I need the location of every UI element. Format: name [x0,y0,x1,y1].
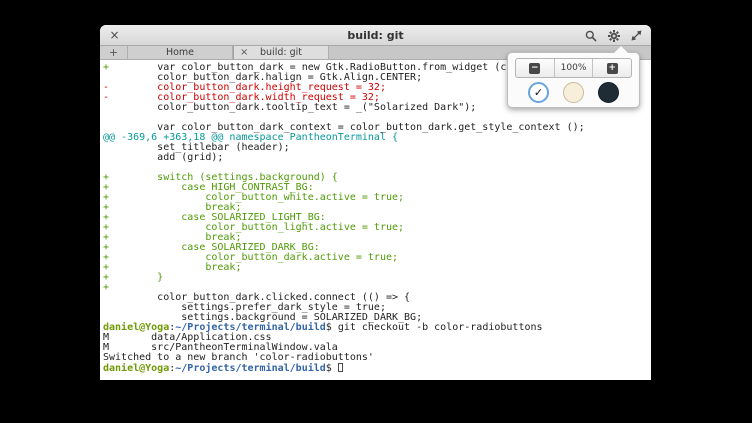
headerbar: × build: git [100,25,651,46]
zoom-out-button[interactable]: − [516,59,554,77]
terminal-line: + break; [103,263,651,273]
theme-selector: ✓ [508,82,639,103]
tab-build-git[interactable]: × build: git [233,46,329,59]
check-icon: ✓ [534,86,543,99]
search-button[interactable] [582,27,599,44]
zoom-control: − 100% + [515,58,632,78]
tab-label: Home [166,47,194,58]
search-icon [585,30,597,42]
settings-button[interactable] [605,27,622,44]
text-segment: ~/Projects/terminal/build [175,363,326,374]
solarized-dark-theme-button[interactable] [598,82,619,103]
text-segment: color_button_dark.tooltip_text = _("Sola… [103,102,476,113]
solarized-light-theme-button[interactable] [563,82,584,103]
terminal-line: add (grid); [103,153,651,163]
zoom-level: 100% [554,59,593,77]
fullscreen-icon [631,30,642,41]
tab-label: build: git [260,47,302,58]
tab-home[interactable]: Home [128,46,233,59]
text-segment: $ [326,363,338,374]
zoom-in-icon: + [607,63,618,74]
tab-close-button[interactable]: × [240,46,248,59]
window-close-button[interactable]: × [107,28,122,43]
fullscreen-button[interactable] [628,27,645,44]
high-contrast-theme-button[interactable]: ✓ [528,82,549,103]
gear-icon [607,29,621,43]
new-tab-button[interactable]: + [100,46,128,59]
zoom-in-button[interactable]: + [592,59,631,77]
terminal-line: Switched to a new branch 'color-radiobut… [103,353,651,363]
terminal-line: daniel@Yoga:~/Projects/terminal/build$ [103,363,651,373]
text-segment: + } [103,272,163,283]
terminal-cursor [338,363,343,372]
popover-caret-icon [614,46,628,53]
zoom-out-icon: − [529,63,540,74]
header-actions [582,25,645,46]
zoom-level-label: 100% [561,63,587,73]
window-title: build: git [100,29,651,42]
terminal-line: + } [103,273,651,283]
text-segment: $ git checkout -b color-radiobuttons [326,322,543,333]
text-segment: daniel@Yoga [103,363,169,374]
terminal-output[interactable]: + var color_button_dark = new Gtk.RadioB… [100,61,651,380]
text-segment: Switched to a new branch 'color-radiobut… [103,352,374,363]
text-segment: add (grid); [103,152,223,163]
popover-body: − 100% + ✓ [507,52,640,108]
